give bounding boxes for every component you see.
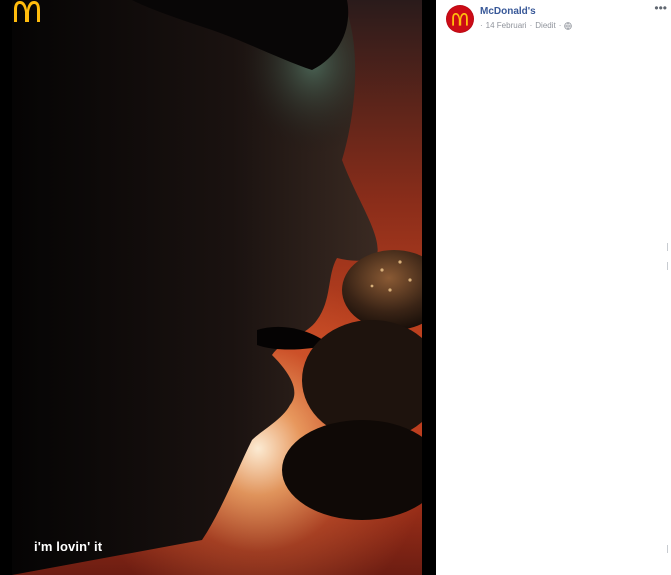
more-options-icon[interactable]: •••: [654, 2, 667, 14]
mcdonalds-logo: [14, 1, 40, 22]
post-date-link[interactable]: 14 Februari: [486, 21, 527, 30]
meta-separator: ·: [529, 21, 533, 30]
meta-separator: ·: [480, 21, 483, 30]
post-meta: · 14 Februari · Diedit ·: [480, 21, 573, 30]
scroll-edge-mark: [667, 243, 671, 251]
mcdonalds-avatar-logo: [452, 13, 468, 26]
scroll-edge-mark: [667, 545, 671, 553]
globe-icon[interactable]: [564, 21, 573, 30]
page-name-link[interactable]: McDonald's: [480, 6, 536, 17]
meta-separator: ·: [558, 21, 562, 30]
ad-image[interactable]: i'm lovin' it: [12, 0, 422, 575]
ad-illustration: [12, 0, 422, 575]
scroll-edge-mark: [667, 262, 671, 270]
edited-label[interactable]: Diedit: [535, 21, 555, 30]
post-sidebar: McDonald's · 14 Februari · Diedit · •••: [436, 0, 671, 575]
photo-viewer: i'm lovin' it: [0, 0, 436, 575]
ad-tagline: i'm lovin' it: [34, 539, 103, 554]
page-avatar[interactable]: [446, 5, 474, 33]
